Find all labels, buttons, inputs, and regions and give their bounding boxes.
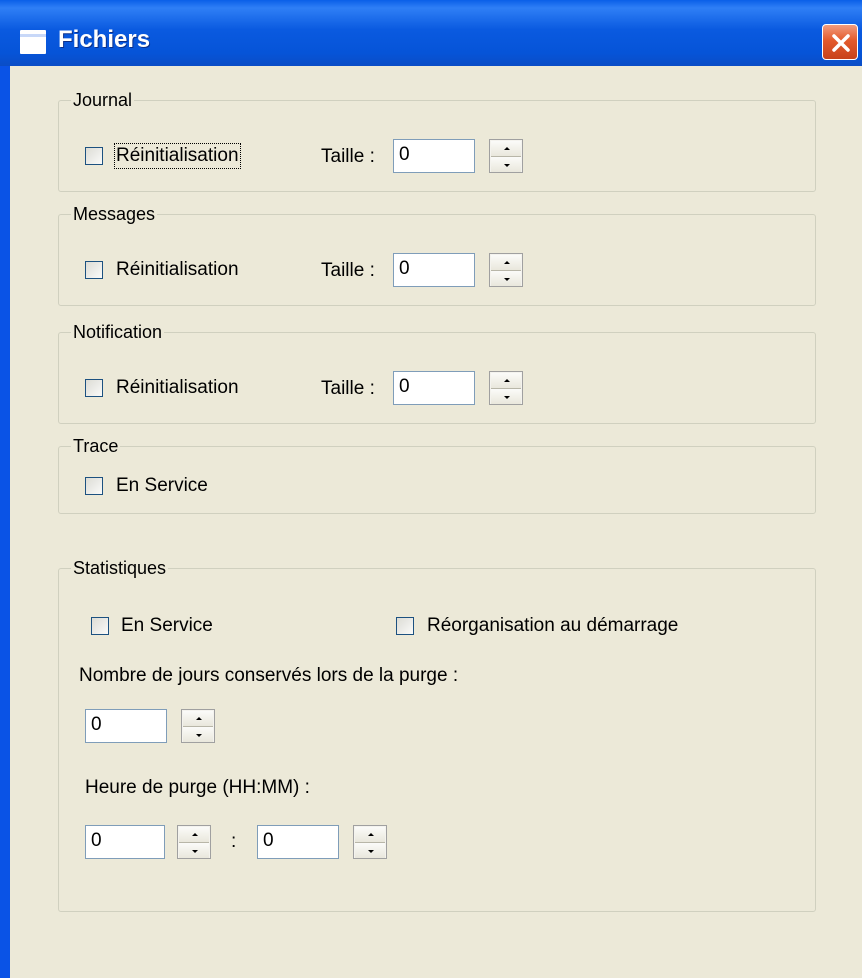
trace-enabled-checkbox[interactable] bbox=[85, 477, 103, 495]
statistiques-enabled-label[interactable]: En Service bbox=[121, 615, 213, 637]
notification-reset-checkbox[interactable] bbox=[85, 379, 103, 397]
purge-days-input[interactable]: 0 bbox=[85, 709, 167, 743]
down-arrow-icon bbox=[368, 850, 374, 853]
journal-reset-label[interactable]: Réinitialisation bbox=[114, 143, 241, 169]
time-separator: : bbox=[231, 831, 237, 852]
up-arrow-icon bbox=[196, 717, 202, 720]
down-arrow-icon bbox=[504, 278, 510, 281]
fichiers-window: Fichiers Journal Réinitialisation Taille… bbox=[0, 0, 862, 978]
journal-legend: Journal bbox=[71, 90, 135, 110]
dialog-client-area: Journal Réinitialisation Taille : 0 Mess… bbox=[10, 66, 862, 978]
up-arrow-icon bbox=[192, 833, 198, 836]
spin-up-button[interactable] bbox=[179, 827, 209, 843]
trace-enabled-label[interactable]: En Service bbox=[116, 475, 208, 497]
journal-reset-checkbox[interactable] bbox=[85, 147, 103, 165]
close-icon bbox=[832, 34, 850, 52]
statistiques-enabled-checkbox[interactable] bbox=[91, 617, 109, 635]
journal-size-input[interactable]: 0 bbox=[393, 139, 475, 173]
purge-minutes-input[interactable]: 0 bbox=[257, 825, 339, 859]
purge-days-spinner[interactable] bbox=[181, 709, 215, 743]
spin-down-button[interactable] bbox=[491, 157, 521, 172]
statistiques-group: Statistiques En Service Réorganisation a… bbox=[58, 558, 816, 912]
trace-group: Trace En Service bbox=[58, 436, 816, 514]
title-bar[interactable]: Fichiers bbox=[0, 0, 862, 66]
spin-down-button[interactable] bbox=[183, 727, 213, 742]
window-icon bbox=[20, 30, 46, 54]
statistiques-legend: Statistiques bbox=[71, 558, 169, 578]
spin-up-button[interactable] bbox=[355, 827, 385, 843]
journal-size-spinner[interactable] bbox=[489, 139, 523, 173]
purge-days-label: Nombre de jours conservés lors de la pur… bbox=[79, 665, 459, 686]
reorg-label[interactable]: Réorganisation au démarrage bbox=[427, 615, 678, 637]
spin-up-button[interactable] bbox=[491, 255, 521, 271]
spin-down-button[interactable] bbox=[491, 389, 521, 404]
messages-size-spinner[interactable] bbox=[489, 253, 523, 287]
spin-down-button[interactable] bbox=[491, 271, 521, 286]
window-title: Fichiers bbox=[58, 26, 151, 53]
up-arrow-icon bbox=[504, 379, 510, 382]
up-arrow-icon bbox=[368, 833, 374, 836]
notification-size-spinner[interactable] bbox=[489, 371, 523, 405]
messages-reset-checkbox[interactable] bbox=[85, 261, 103, 279]
reorg-checkbox[interactable] bbox=[396, 617, 414, 635]
notification-size-input[interactable]: 0 bbox=[393, 371, 475, 405]
close-button[interactable] bbox=[822, 24, 858, 60]
messages-size-input[interactable]: 0 bbox=[393, 253, 475, 287]
purge-minutes-spinner[interactable] bbox=[353, 825, 387, 859]
journal-group: Journal Réinitialisation Taille : 0 bbox=[58, 90, 816, 192]
up-arrow-icon bbox=[504, 147, 510, 150]
spin-up-button[interactable] bbox=[491, 141, 521, 157]
spin-down-button[interactable] bbox=[179, 843, 209, 858]
messages-reset-label[interactable]: Réinitialisation bbox=[116, 259, 239, 281]
purge-time-label: Heure de purge (HH:MM) : bbox=[85, 777, 310, 798]
down-arrow-icon bbox=[192, 850, 198, 853]
down-arrow-icon bbox=[196, 734, 202, 737]
messages-group: Messages Réinitialisation Taille : 0 bbox=[58, 204, 816, 306]
purge-hours-spinner[interactable] bbox=[177, 825, 211, 859]
spin-down-button[interactable] bbox=[355, 843, 385, 858]
down-arrow-icon bbox=[504, 396, 510, 399]
notification-legend: Notification bbox=[71, 322, 165, 342]
spin-up-button[interactable] bbox=[491, 373, 521, 389]
trace-legend: Trace bbox=[71, 436, 121, 456]
messages-legend: Messages bbox=[71, 204, 158, 224]
notification-reset-label[interactable]: Réinitialisation bbox=[116, 377, 239, 399]
journal-size-label: Taille : bbox=[321, 146, 375, 167]
notification-group: Notification Réinitialisation Taille : 0 bbox=[58, 322, 816, 424]
notification-size-label: Taille : bbox=[321, 378, 375, 399]
messages-size-label: Taille : bbox=[321, 260, 375, 281]
up-arrow-icon bbox=[504, 261, 510, 264]
down-arrow-icon bbox=[504, 164, 510, 167]
purge-hours-input[interactable]: 0 bbox=[85, 825, 165, 859]
spin-up-button[interactable] bbox=[183, 711, 213, 727]
